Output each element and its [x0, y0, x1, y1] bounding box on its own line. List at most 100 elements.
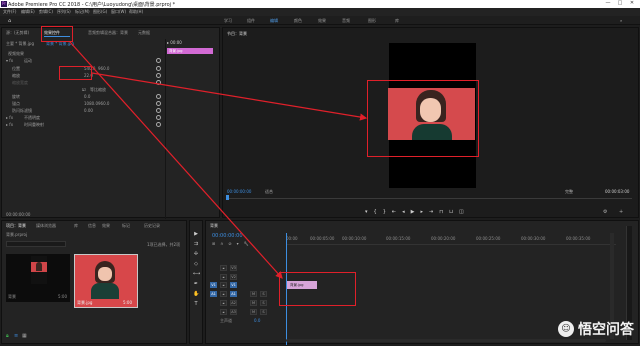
mute-button[interactable]: M — [250, 300, 257, 306]
workspace-tab-learn[interactable]: 学习 — [224, 18, 232, 24]
image-clip-thumbnail[interactable]: 背景.jpg 5:00 — [74, 254, 138, 308]
go-to-in-icon[interactable]: ⇤ — [392, 209, 402, 215]
program-timecode[interactable]: 00:00:00:00 — [227, 189, 251, 194]
tab-markers[interactable]: 标记 — [122, 223, 130, 229]
add-marker-icon[interactable]: ▾ — [237, 241, 244, 246]
menu-file[interactable]: 文件(F) — [3, 9, 16, 15]
reset-icon[interactable] — [156, 73, 161, 78]
workspace-tab-editing[interactable]: 编辑 — [270, 18, 278, 24]
track-label-v3[interactable]: V3 — [230, 265, 237, 271]
menu-clip[interactable]: 剪辑(C) — [39, 9, 53, 15]
motion-expand-icon[interactable]: ▾ fx — [6, 58, 13, 63]
track-lock-icon[interactable]: 🔒︎ — [220, 282, 227, 288]
reset-icon[interactable] — [156, 58, 161, 63]
tab-media-browser[interactable]: 媒体浏览器 — [36, 223, 56, 229]
settings-icon[interactable]: ⚙ — [603, 209, 607, 215]
marker-icon[interactable]: ▾ — [365, 209, 374, 215]
tab-libraries[interactable]: 库 — [74, 223, 78, 229]
maximize-button[interactable]: □ — [614, 0, 626, 6]
sequence-thumbnail[interactable]: 背景 5:00 — [6, 254, 70, 302]
fit-dropdown[interactable]: 适合 — [265, 189, 273, 195]
linked-selection-icon[interactable]: ⊘ — [228, 241, 236, 246]
scrub-bar[interactable] — [227, 198, 632, 199]
tab-metadata[interactable]: 元数据 — [138, 30, 150, 36]
menu-window[interactable]: 窗口(W) — [111, 9, 126, 15]
lift-icon[interactable]: ⊓ — [439, 209, 449, 215]
master-clip-label[interactable]: 主要 * 背景.jpg — [6, 41, 34, 47]
reset-icon[interactable] — [156, 94, 161, 99]
solo-button[interactable]: S — [260, 300, 267, 306]
step-forward-icon[interactable]: ▸ — [420, 209, 429, 215]
reset-icon[interactable] — [156, 108, 161, 113]
add-button-icon[interactable]: + — [619, 209, 623, 215]
list-view-icon[interactable]: ≡ — [14, 333, 18, 339]
export-frame-icon[interactable]: ◫ — [459, 209, 470, 215]
track-lock-icon[interactable]: 🔒︎ — [220, 309, 227, 315]
ripple-edit-tool-icon[interactable]: ✢ — [193, 251, 199, 257]
workspace-tab-audio[interactable]: 音频 — [342, 18, 350, 24]
workspace-tab-effects[interactable]: 效果 — [318, 18, 326, 24]
track-lock-icon[interactable]: 🔒︎ — [220, 300, 227, 306]
clip-chip[interactable]: 背景.jpg — [167, 48, 213, 54]
hand-tool-icon[interactable]: ✋ — [193, 291, 199, 297]
search-icon[interactable]: ⌕ — [620, 18, 622, 23]
pen-tool-icon[interactable]: ✒ — [193, 281, 199, 287]
workspace-tab-assembly[interactable]: 组件 — [247, 18, 255, 24]
tab-info[interactable]: 信息 — [88, 223, 96, 229]
workspace-tab-color[interactable]: 颜色 — [294, 18, 302, 24]
track-label-a2[interactable]: A2 — [230, 300, 237, 306]
source-patch-a1[interactable]: A1 — [210, 291, 217, 297]
menu-graphics[interactable]: 图形(G) — [93, 9, 107, 15]
razor-tool-icon[interactable]: ◇ — [193, 261, 199, 267]
mark-out-icon[interactable]: } — [383, 209, 392, 215]
track-label-v2[interactable]: V2 — [230, 274, 237, 280]
anchor-x-value[interactable]: 1080.0 — [84, 101, 98, 106]
anchor-y-value[interactable]: 960.0 — [98, 101, 109, 106]
icon-view-icon[interactable]: ▦ — [22, 333, 27, 339]
tab-project[interactable]: 项目：背景 — [6, 223, 26, 229]
mark-in-icon[interactable]: { — [374, 209, 383, 215]
menu-edit[interactable]: 编辑(E) — [21, 9, 35, 15]
playhead-marker[interactable] — [226, 195, 229, 200]
timeline-tab[interactable]: 背景 — [210, 223, 218, 229]
wrench-icon[interactable]: 🔧︎ — [244, 241, 254, 246]
track-lock-icon[interactable]: 🔒︎ — [220, 291, 227, 297]
timeline-timecode[interactable]: 00:00:00:00 — [212, 233, 243, 239]
effect-controls-timecode[interactable]: 00:00:00:00 — [6, 212, 30, 217]
reset-icon[interactable] — [156, 101, 161, 106]
tab-source[interactable]: 源：(无剪辑) — [6, 30, 29, 36]
horizontal-scrollbar[interactable] — [286, 339, 606, 342]
track-label-a1[interactable]: A1 — [230, 291, 237, 297]
step-back-icon[interactable]: ◂ — [402, 209, 411, 215]
workspace-tab-graphics[interactable]: 图形 — [368, 18, 376, 24]
lock-icon[interactable]: 🔒︎ — [6, 333, 9, 339]
uniform-scale-checkbox[interactable]: ☑ — [82, 87, 86, 92]
track-label-v1[interactable]: V1 — [230, 282, 237, 288]
rotation-value[interactable]: 0.0 — [84, 94, 90, 99]
solo-button[interactable]: S — [260, 309, 267, 315]
home-icon[interactable]: ⌂ — [8, 18, 11, 24]
program-monitor-title[interactable]: 节目：背景 — [227, 31, 247, 37]
reset-icon[interactable] — [156, 115, 161, 120]
go-to-out-icon[interactable]: ⇥ — [429, 209, 439, 215]
project-search-input[interactable] — [6, 241, 66, 247]
slip-tool-icon[interactable]: ⟷ — [193, 271, 200, 277]
selection-tool-icon[interactable]: ▶ — [193, 231, 199, 237]
resolution-dropdown[interactable]: 完整 — [565, 189, 573, 195]
play-icon[interactable]: ▶ — [411, 209, 421, 215]
source-patch-v1[interactable]: V1 — [210, 282, 217, 288]
anti-flicker-value[interactable]: 0.00 — [84, 108, 93, 113]
time-remap-row[interactable]: ▸ fx — [6, 122, 13, 127]
tab-history[interactable]: 历史记录 — [144, 223, 160, 229]
track-label-a3[interactable]: A3 — [230, 309, 237, 315]
menu-sequence[interactable]: 序列(S) — [57, 9, 71, 15]
tab-effects[interactable]: 效果 — [102, 223, 110, 229]
extract-icon[interactable]: ⊔ — [449, 209, 459, 215]
minimize-button[interactable]: — — [602, 0, 614, 6]
opacity-row[interactable]: ▸ fx — [6, 115, 13, 120]
tab-audio-mixer[interactable]: 音频剪辑混合器：背景 — [88, 30, 128, 36]
solo-button[interactable]: S — [260, 291, 267, 297]
close-button[interactable]: ✕ — [626, 0, 638, 6]
type-tool-icon[interactable]: T — [193, 301, 199, 307]
reset-icon[interactable] — [156, 80, 161, 85]
